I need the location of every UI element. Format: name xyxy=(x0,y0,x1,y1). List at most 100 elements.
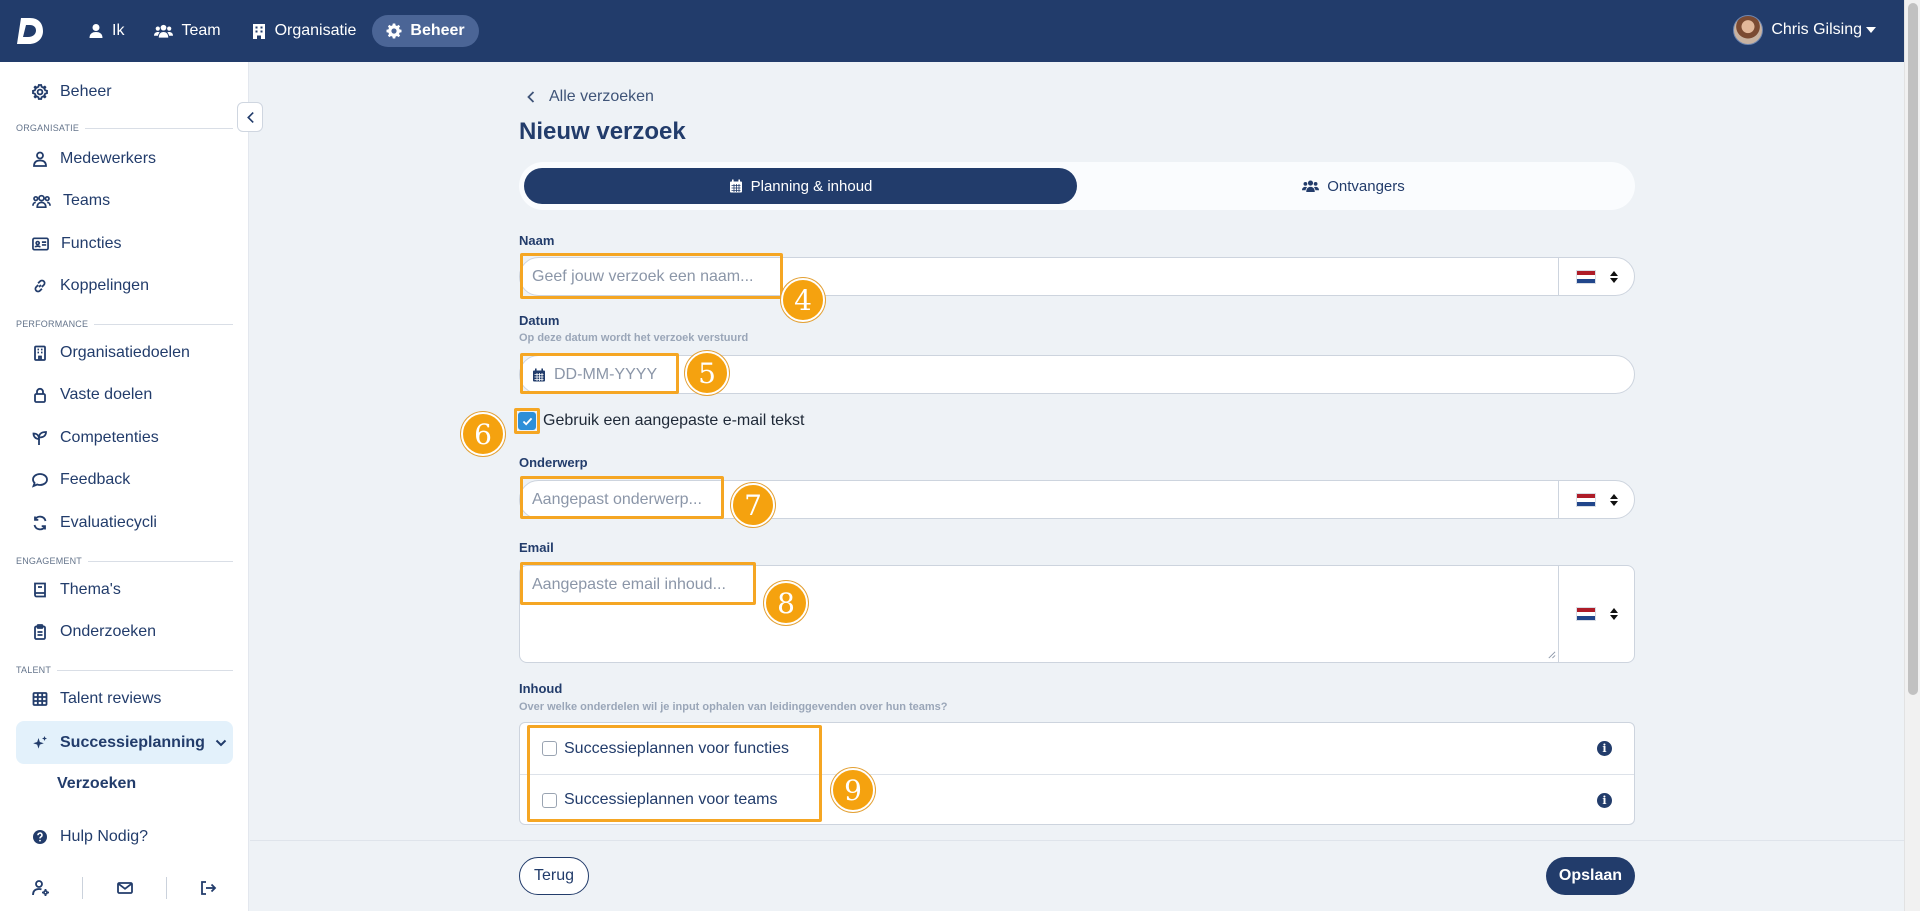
sidebar-item-organisatiedoelen[interactable]: Organisatiedoelen xyxy=(16,333,233,373)
nav-organisatie-label: Organisatie xyxy=(274,22,357,39)
nav-ik-label: Ik xyxy=(112,22,125,39)
step-marker: 9 xyxy=(831,768,875,812)
resize-handle-icon[interactable] xyxy=(1547,650,1556,659)
users-icon xyxy=(1302,180,1320,192)
custom-email-checkbox[interactable] xyxy=(518,412,536,430)
section-organisatie: ORGANISATIE xyxy=(16,123,233,133)
user-icon xyxy=(89,24,103,38)
dutch-flag-icon xyxy=(1575,607,1596,621)
sidebar-subitem-verzoeken[interactable]: Verzoeken xyxy=(57,775,136,793)
sidebar-item-label: Evaluatiecycli xyxy=(60,514,157,531)
top-navigation-bar: Ik Team Organisatie Beheer Chris Gilsing xyxy=(0,0,1920,62)
logo-icon xyxy=(17,18,43,44)
section-engagement: ENGAGEMENT xyxy=(16,556,233,566)
sidebar: Beheer ORGANISATIE Medewerkers Teams Fun… xyxy=(0,62,249,911)
gear-icon xyxy=(386,23,402,39)
naam-field xyxy=(519,257,1635,296)
naam-input[interactable] xyxy=(532,267,1532,286)
sidebar-item-successieplanning[interactable]: Successieplanning xyxy=(16,721,233,764)
sidebar-item-onderzoeken[interactable]: Onderzoeken xyxy=(16,612,233,652)
calendar-icon xyxy=(533,368,545,381)
sidebar-item-feedback[interactable]: Feedback xyxy=(16,460,233,500)
sort-icon xyxy=(1609,270,1618,283)
list-item[interactable]: Successieplannen voor teams i xyxy=(520,774,1634,825)
sidebar-item-label: Organisatiedoelen xyxy=(60,344,190,361)
list-item[interactable]: Successieplannen voor functies i xyxy=(520,723,1634,774)
sidebar-item-label: Onderzoeken xyxy=(60,623,157,640)
tab-label: Planning & inhoud xyxy=(750,177,873,195)
app-logo[interactable] xyxy=(14,14,46,48)
sidebar-item-competenties[interactable]: Competenties xyxy=(16,418,233,458)
step-marker: 5 xyxy=(685,351,729,395)
sidebar-item-label: Competenties xyxy=(60,429,159,446)
sidebar-item-teams[interactable]: Teams xyxy=(16,181,233,221)
datum-hint: Op deze datum wordt het verzoek verstuur… xyxy=(519,332,749,344)
form-footer xyxy=(250,840,1904,911)
sidebar-item-themas[interactable]: Thema's xyxy=(16,570,233,610)
user-icon xyxy=(33,151,47,167)
language-select[interactable] xyxy=(1558,566,1634,662)
avatar xyxy=(1733,15,1764,45)
page-title: Nieuw verzoek xyxy=(519,118,686,145)
sidebar-item-talent-reviews[interactable]: Talent reviews xyxy=(16,679,233,719)
collapse-sidebar-button[interactable] xyxy=(237,102,263,132)
back-button[interactable]: Terug xyxy=(519,857,589,895)
nav-team[interactable]: Team xyxy=(140,15,234,47)
back-link-label: Alle verzoeken xyxy=(549,88,654,105)
sidebar-item-koppelingen[interactable]: Koppelingen xyxy=(16,266,233,306)
nav-beheer-label: Beheer xyxy=(410,22,465,39)
option-checkbox[interactable] xyxy=(542,793,557,808)
email-textarea[interactable] xyxy=(532,576,1542,656)
language-select[interactable] xyxy=(1558,481,1634,518)
users-icon xyxy=(32,194,51,209)
option-label: Successieplannen voor functies xyxy=(564,739,790,757)
email-field xyxy=(519,565,1635,663)
sidebar-item-beheer[interactable]: Beheer xyxy=(16,72,233,112)
chevron-down-icon xyxy=(215,739,227,746)
page-scrollbar[interactable] xyxy=(1904,0,1920,911)
id-card-icon xyxy=(32,237,49,251)
nav-organisatie[interactable]: Organisatie xyxy=(237,15,371,47)
back-to-all-requests-link[interactable]: Alle verzoeken xyxy=(527,88,654,106)
info-icon[interactable]: i xyxy=(1597,741,1612,756)
sidebar-item-help[interactable]: Hulp Nodig? xyxy=(16,817,233,857)
step-marker: 8 xyxy=(764,581,808,625)
scrollbar-thumb[interactable] xyxy=(1908,3,1918,695)
sidebar-item-label: Talent reviews xyxy=(60,690,162,707)
onderwerp-input[interactable] xyxy=(532,490,1532,509)
messages-button[interactable] xyxy=(83,879,165,897)
sidebar-item-vaste-doelen[interactable]: Vaste doelen xyxy=(16,375,233,415)
option-checkbox[interactable] xyxy=(542,741,557,756)
book-icon xyxy=(34,582,46,598)
info-icon[interactable]: i xyxy=(1597,792,1612,808)
nav-ik[interactable]: Ik xyxy=(74,15,138,47)
user-settings-button[interactable] xyxy=(0,879,82,897)
seedling-icon xyxy=(32,431,47,445)
sidebar-item-label: Vaste doelen xyxy=(60,386,153,403)
sidebar-item-evaluatiecycli[interactable]: Evaluatiecycli xyxy=(16,503,233,543)
tab-planning-inhoud[interactable]: Planning & inhoud xyxy=(524,168,1077,204)
save-button[interactable]: Opslaan xyxy=(1546,857,1635,895)
link-icon xyxy=(34,279,46,293)
language-select[interactable] xyxy=(1558,258,1634,295)
logout-button[interactable] xyxy=(167,879,249,897)
sidebar-item-functies[interactable]: Functies xyxy=(16,224,233,264)
tab-label: Ontvangers xyxy=(1327,177,1405,195)
user-menu[interactable]: Chris Gilsing xyxy=(1733,15,1876,45)
nav-beheer[interactable]: Beheer xyxy=(372,15,479,47)
dutch-flag-icon xyxy=(1575,492,1596,507)
check-icon xyxy=(522,417,532,425)
sparkles-icon xyxy=(33,735,47,749)
option-label: Successieplannen voor teams xyxy=(564,791,778,808)
dutch-flag-icon xyxy=(1575,269,1596,284)
inhoud-options-list: Successieplannen voor functies i Success… xyxy=(519,722,1635,825)
nav-team-label: Team xyxy=(181,22,221,39)
tab-ontvangers[interactable]: Ontvangers xyxy=(1077,168,1630,204)
onderwerp-field xyxy=(519,480,1635,519)
custom-email-label[interactable]: Gebruik een aangepaste e-mail tekst xyxy=(543,412,804,430)
chevron-left-icon xyxy=(527,91,535,103)
sidebar-item-medewerkers[interactable]: Medewerkers xyxy=(16,139,233,179)
building-icon xyxy=(252,24,265,39)
refresh-icon xyxy=(33,515,47,531)
users-icon xyxy=(154,24,174,38)
